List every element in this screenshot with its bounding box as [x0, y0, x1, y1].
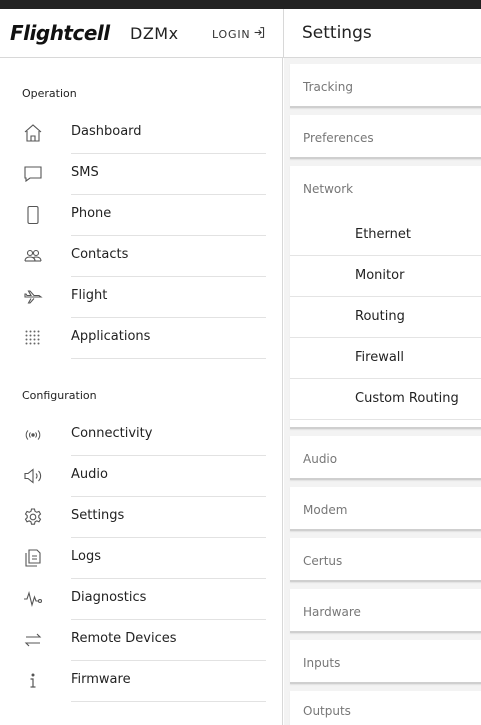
sidebar-item-label: Firmware: [71, 672, 131, 687]
section-title: Audio: [303, 452, 338, 466]
sidebar-item-applications[interactable]: Applications: [0, 318, 283, 359]
network-item-label: Ethernet: [355, 227, 411, 242]
section-audio[interactable]: Audio: [290, 436, 481, 480]
section-title: Hardware: [303, 605, 361, 619]
operation-section-title: Operation: [22, 87, 77, 100]
section-modem[interactable]: Modem: [290, 487, 481, 531]
sidebar-item-contacts[interactable]: Contacts: [0, 236, 283, 277]
login-icon: [253, 26, 266, 42]
section-tracking[interactable]: Tracking: [290, 64, 481, 108]
section-title: Tracking: [303, 80, 353, 94]
divider: [71, 701, 266, 702]
sidebar-item-firmware[interactable]: Firmware: [0, 661, 283, 702]
swap-arrows-icon: [23, 630, 43, 650]
sidebar-item-label: Dashboard: [71, 124, 142, 139]
section-hardware[interactable]: Hardware: [290, 589, 481, 633]
network-item-monitor[interactable]: Monitor: [290, 256, 481, 297]
network-item-custom-routing[interactable]: Custom Routing: [290, 379, 481, 420]
page-title: Settings: [302, 23, 372, 43]
brand-logo: Flightcell: [10, 21, 110, 45]
network-item-ethernet[interactable]: Ethernet: [290, 215, 481, 256]
product-name: DZMx: [130, 24, 179, 43]
section-title: Inputs: [303, 656, 341, 670]
gear-icon: [23, 507, 43, 527]
sidebar-item-settings[interactable]: Settings: [0, 497, 283, 538]
phone-icon: [23, 205, 43, 225]
section-certus[interactable]: Certus: [290, 538, 481, 582]
sidebar-item-connectivity[interactable]: Connectivity: [0, 415, 283, 456]
sidebar-item-label: Applications: [71, 329, 151, 344]
sidebar-item-label: Phone: [71, 206, 112, 221]
sidebar-item-diagnostics[interactable]: Diagnostics: [0, 579, 283, 620]
airplane-icon: [23, 287, 43, 307]
login-label: LOGIN: [212, 27, 251, 41]
sidebar-item-remote-devices[interactable]: Remote Devices: [0, 620, 283, 661]
section-preferences[interactable]: Preferences: [290, 115, 481, 159]
sidebar: Operation Dashboard SMS Phone Contacts F…: [0, 58, 283, 725]
header-divider: [283, 9, 284, 58]
sidebar-item-label: Remote Devices: [71, 631, 177, 646]
network-item-label: Monitor: [355, 268, 405, 283]
sidebar-item-label: Logs: [71, 549, 101, 564]
section-title: Certus: [303, 554, 343, 568]
speaker-icon: [23, 466, 43, 486]
network-item-firewall[interactable]: Firewall: [290, 338, 481, 379]
apps-grid-icon: [23, 328, 43, 348]
network-item-label: Custom Routing: [355, 391, 459, 406]
divider: [71, 358, 266, 359]
top-bar: Flightcell DZMx LOGIN Settings: [0, 0, 481, 58]
settings-panel: Tracking Preferences Network Ethernet Mo…: [284, 58, 481, 725]
signal-icon: [23, 425, 43, 445]
sidebar-item-label: Audio: [71, 467, 108, 482]
section-outputs[interactable]: Outputs: [290, 691, 481, 725]
section-title[interactable]: Network: [303, 182, 353, 196]
sidebar-item-label: Contacts: [71, 247, 129, 262]
login-button[interactable]: LOGIN: [212, 26, 266, 42]
sidebar-item-label: Diagnostics: [71, 590, 147, 605]
sidebar-item-logs[interactable]: Logs: [0, 538, 283, 579]
section-title: Modem: [303, 503, 348, 517]
contacts-icon: [23, 246, 43, 266]
section-inputs[interactable]: Inputs: [290, 640, 481, 684]
message-icon: [23, 164, 43, 184]
pulse-icon: [23, 589, 43, 609]
section-title: Outputs: [303, 704, 351, 718]
sidebar-item-flight[interactable]: Flight: [0, 277, 283, 318]
divider: [290, 419, 481, 420]
sidebar-item-label: Flight: [71, 288, 108, 303]
configuration-section-title: Configuration: [22, 389, 97, 402]
sidebar-item-audio[interactable]: Audio: [0, 456, 283, 497]
sidebar-item-sms[interactable]: SMS: [0, 154, 283, 195]
home-icon: [23, 123, 43, 143]
info-icon: [23, 671, 43, 691]
sidebar-item-label: Settings: [71, 508, 125, 523]
sidebar-item-label: Connectivity: [71, 426, 153, 441]
section-title: Preferences: [303, 131, 374, 145]
logs-icon: [23, 548, 43, 568]
sidebar-item-label: SMS: [71, 165, 99, 180]
sidebar-item-dashboard[interactable]: Dashboard: [0, 113, 283, 154]
network-item-label: Routing: [355, 309, 405, 324]
sidebar-item-phone[interactable]: Phone: [0, 195, 283, 236]
network-item-routing[interactable]: Routing: [290, 297, 481, 338]
network-item-label: Firewall: [355, 350, 405, 365]
section-network: Network Ethernet Monitor Routing Firewal…: [290, 166, 481, 429]
